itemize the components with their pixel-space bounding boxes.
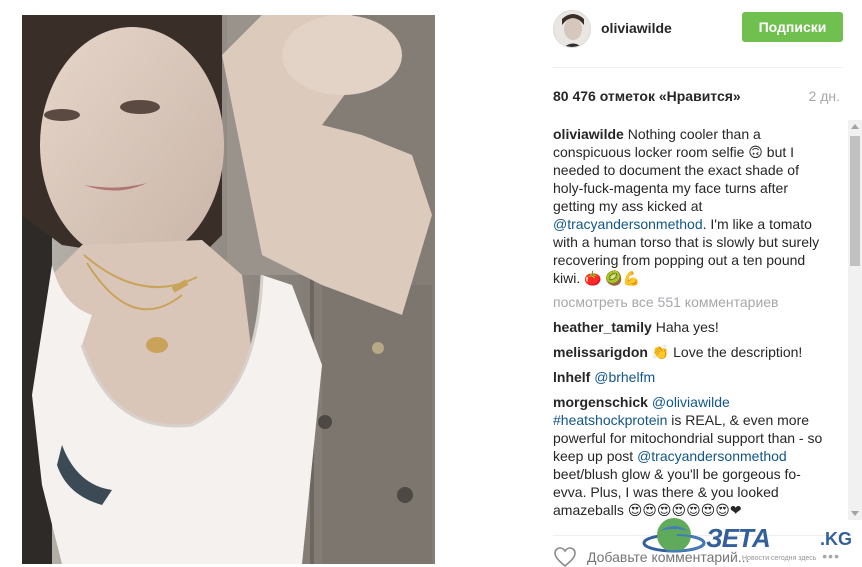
- username-link[interactable]: oliviawilde: [601, 20, 672, 36]
- comment-text: beet/blush glow & you'll be gorgeous fo-…: [553, 466, 801, 518]
- comment-item: heather_tamily Haha yes!: [553, 318, 823, 336]
- post-time[interactable]: 2 дн.: [809, 88, 840, 104]
- heart-icon[interactable]: [553, 546, 577, 567]
- comment-username[interactable]: lnhelf: [553, 369, 590, 385]
- caption-mention[interactable]: @tracyandersonmethod: [553, 216, 703, 232]
- comment-username[interactable]: heather_tamily: [553, 319, 652, 335]
- likes-count[interactable]: 80 476 отметок «Нравится»: [553, 88, 741, 104]
- post-photo[interactable]: [22, 15, 435, 564]
- comment-mention[interactable]: @brhelfm: [594, 369, 655, 385]
- comments-list: oliviawilde Nothing cooler than a conspi…: [553, 125, 823, 520]
- comment-text: 👏 Love the description!: [651, 344, 803, 360]
- avatar-image: [554, 11, 590, 47]
- follow-button[interactable]: Подписки: [742, 12, 843, 42]
- scroll-thumb[interactable]: [850, 136, 860, 266]
- watermark-domain: .KG: [820, 529, 853, 549]
- watermark: ЗЕТА .KG Новости сегодня здесь: [642, 513, 862, 567]
- scroll-up-button[interactable]: [848, 120, 862, 134]
- watermark-brand: ЗЕТА: [706, 523, 771, 553]
- comment-username[interactable]: melissarigdon: [553, 344, 648, 360]
- post-header: oliviawilde Подписки: [553, 10, 843, 50]
- comment-hashtag[interactable]: #heatshockprotein: [553, 412, 667, 428]
- caption: oliviawilde Nothing cooler than a conspi…: [553, 125, 823, 287]
- scroll-up-icon: [851, 124, 859, 129]
- caption-username[interactable]: oliviawilde: [553, 126, 624, 142]
- comment-mention[interactable]: @tracyandersonmethod: [637, 448, 787, 464]
- comment-item: morgenschick @oliviawilde #heatshockprot…: [553, 393, 823, 519]
- comment-text: Haha yes!: [655, 319, 719, 335]
- avatar[interactable]: [553, 10, 591, 48]
- comments-scrollbar[interactable]: [848, 120, 862, 520]
- comment-mention[interactable]: @oliviawilde: [652, 394, 730, 410]
- view-all-comments-link[interactable]: посмотреть все 551 комментариев: [553, 293, 823, 311]
- watermark-tagline: Новости сегодня здесь: [742, 555, 817, 562]
- header-divider: [553, 67, 843, 68]
- comment-username[interactable]: morgenschick: [553, 394, 648, 410]
- likes-row: 80 476 отметок «Нравится» 2 дн.: [553, 88, 843, 106]
- comment-item: melissarigdon 👏 Love the description!: [553, 343, 823, 361]
- comment-item: lnhelf @brhelfm: [553, 368, 823, 386]
- watermark-globe-icon: [642, 518, 706, 553]
- post-details-panel: oliviawilde Подписки 80 476 отметок «Нра…: [553, 0, 843, 567]
- photo-image: [22, 15, 435, 564]
